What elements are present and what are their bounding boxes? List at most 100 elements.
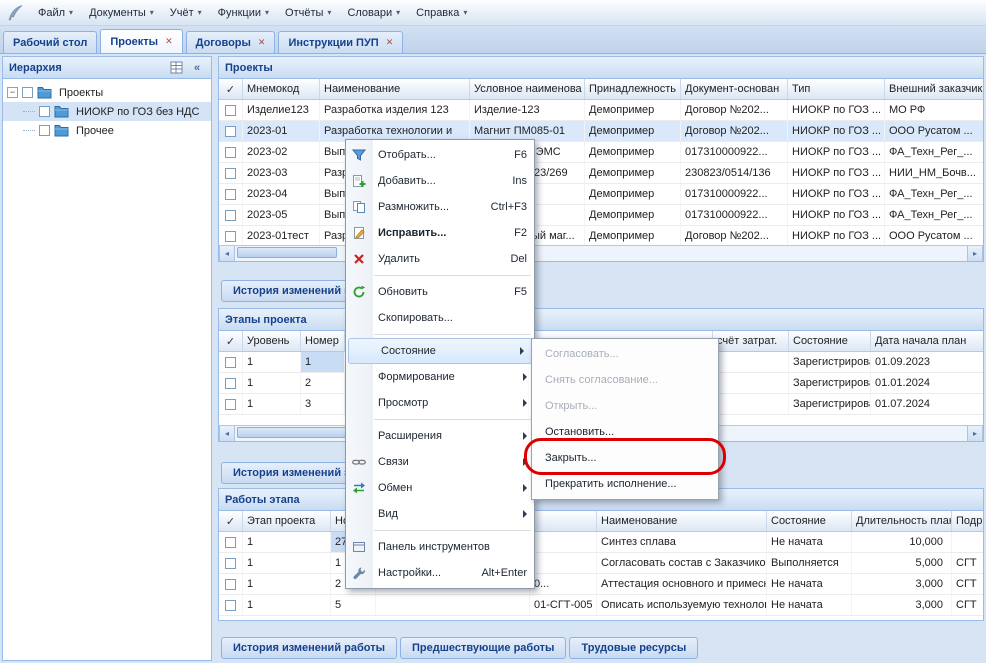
tab-pup-instructions[interactable]: Инструкции ПУП✕: [278, 31, 403, 53]
tab-contracts[interactable]: Договоры✕: [186, 31, 276, 53]
cell: 2023-03: [243, 163, 320, 183]
submenu-item-terminate[interactable]: Прекратить исполнение...: [532, 471, 718, 497]
column-header-works-5[interactable]: Состояние: [767, 511, 852, 531]
table-row-projects-5[interactable]: 2023-05ВыпДемопример017310000922...НИОКР…: [219, 205, 983, 226]
table-row-works-3[interactable]: 1501-СГТ-005Описать используемую техноло…: [219, 595, 983, 616]
table-row-works-2[interactable]: 120...Аттестация основного и примесног..…: [219, 574, 983, 595]
menu-item-exchange[interactable]: Обмен: [346, 475, 534, 501]
menubar-item-reports[interactable]: Отчёты▾: [277, 4, 339, 22]
column-header-works-3[interactable]: [530, 511, 597, 531]
menubar-item-accounting[interactable]: Учёт▾: [162, 4, 210, 22]
tab-desktop[interactable]: Рабочий стол: [3, 31, 97, 53]
row-checkbox[interactable]: [225, 579, 236, 590]
menu-item-state[interactable]: Состояние: [348, 338, 532, 364]
column-header-stages-0[interactable]: Уровень: [243, 331, 301, 351]
close-tab-icon[interactable]: ✕: [386, 38, 394, 47]
table-row-projects-1[interactable]: 2023-01Разработка технологии иМагнит ПМ0…: [219, 121, 983, 142]
expander-icon[interactable]: −: [7, 87, 18, 98]
menu-item-edit[interactable]: Исправить...F2: [346, 220, 534, 246]
menu-item-duplicate[interactable]: Размножить...Ctrl+F3: [346, 194, 534, 220]
tab-work-history[interactable]: История изменений работы: [221, 637, 397, 659]
submenu-item-close[interactable]: Закрыть...: [532, 445, 718, 471]
row-checkbox[interactable]: [225, 147, 236, 158]
menu-item-extensions[interactable]: Расширения: [346, 423, 534, 449]
tree-checkbox[interactable]: [39, 125, 50, 136]
row-checkbox[interactable]: [225, 378, 236, 389]
menu-item-filter[interactable]: Отобрать...F6: [346, 142, 534, 168]
column-header-works-4[interactable]: Наименование: [597, 511, 767, 531]
column-header-works-6[interactable]: Длительность план▼: [852, 511, 952, 531]
select-all-column-header[interactable]: ✓: [219, 79, 243, 99]
menu-item-links[interactable]: Связи: [346, 449, 534, 475]
menu-item-settings[interactable]: Настройки...Alt+Enter: [346, 560, 534, 586]
row-checkbox-cell: [219, 553, 243, 573]
column-header-projects-4[interactable]: Документ-основан: [681, 79, 788, 99]
scroll-left-icon[interactable]: ◂: [219, 246, 235, 261]
menubar-item-help[interactable]: Справка▾: [408, 4, 475, 22]
cell: ФА_Техн_Рег_...: [885, 142, 983, 162]
column-header-works-0[interactable]: Этап проекта: [243, 511, 331, 531]
column-header-works-7[interactable]: Подр: [952, 511, 983, 531]
tree-item-other[interactable]: Прочее: [3, 121, 211, 140]
menu-item-refresh[interactable]: ОбновитьF5: [346, 279, 534, 305]
scrollbar-thumb[interactable]: [237, 247, 337, 258]
table-row-works-0[interactable]: 127Синтез сплаваНе начата10,000: [219, 532, 983, 553]
table-row-works-1[interactable]: 11Согласовать состав с ЗаказчикомВыполня…: [219, 553, 983, 574]
column-header-stages-4[interactable]: Состояние: [789, 331, 871, 351]
menu-item-preview[interactable]: Просмотр: [346, 390, 534, 416]
column-header-stages-5[interactable]: Дата начала план: [871, 331, 983, 351]
row-checkbox[interactable]: [225, 210, 236, 221]
tab-predecessor-works[interactable]: Предшествующие работы: [400, 637, 566, 659]
grid-locate-icon[interactable]: [168, 60, 184, 76]
tree-checkbox[interactable]: [22, 87, 33, 98]
submenu-item-stop[interactable]: Остановить...: [532, 419, 718, 445]
scroll-right-icon[interactable]: ▸: [967, 426, 983, 441]
projects-horizontal-scrollbar[interactable]: ◂▸: [219, 245, 983, 261]
row-checkbox[interactable]: [225, 558, 236, 569]
collapse-panel-icon[interactable]: «: [189, 60, 205, 76]
row-checkbox[interactable]: [225, 357, 236, 368]
tab-projects[interactable]: Проекты✕: [100, 29, 182, 53]
menu-item-view[interactable]: Вид: [346, 501, 534, 527]
table-row-projects-4[interactable]: 2023-04ВыпДемопример017310000922...НИОКР…: [219, 184, 983, 205]
table-row-projects-0[interactable]: Изделие123Разработка изделия 123Изделие-…: [219, 100, 983, 121]
menu-item-delete[interactable]: УдалитьDel: [346, 246, 534, 272]
column-header-projects-0[interactable]: Мнемокод: [243, 79, 320, 99]
column-header-projects-2[interactable]: Условное наименова: [470, 79, 585, 99]
scroll-right-icon[interactable]: ▸: [967, 246, 983, 261]
menu-item-copy[interactable]: Скопировать...: [346, 305, 534, 331]
scroll-left-icon[interactable]: ◂: [219, 426, 235, 441]
table-row-projects-3[interactable]: 2023-03Разр23/269Демопример230823/0514/1…: [219, 163, 983, 184]
row-checkbox[interactable]: [225, 231, 236, 242]
close-tab-icon[interactable]: ✕: [165, 37, 173, 46]
tree-item-projects-root[interactable]: −Проекты: [3, 83, 211, 102]
row-checkbox[interactable]: [225, 126, 236, 137]
column-header-projects-6[interactable]: Внешний заказчик: [885, 79, 983, 99]
row-checkbox[interactable]: [225, 189, 236, 200]
column-header-stages-1[interactable]: Номер: [301, 331, 345, 351]
tree-item-niokr-goz[interactable]: НИОКР по ГОЗ без НДС: [3, 102, 211, 121]
row-checkbox[interactable]: [225, 600, 236, 611]
table-row-projects-2[interactable]: 2023-02Вып-ЭМСДемопример017310000922...Н…: [219, 142, 983, 163]
column-header-projects-1[interactable]: Наименование: [320, 79, 470, 99]
row-checkbox[interactable]: [225, 105, 236, 116]
menu-item-toolbar[interactable]: Панель инструментов: [346, 534, 534, 560]
row-checkbox[interactable]: [225, 168, 236, 179]
menu-item-formation[interactable]: Формирование: [346, 364, 534, 390]
select-all-column-header[interactable]: ✓: [219, 511, 243, 531]
table-row-projects-6[interactable]: 2023-01тестРазрый маг...ДемопримерДогово…: [219, 226, 983, 245]
select-all-column-header[interactable]: ✓: [219, 331, 243, 351]
tree-checkbox[interactable]: [39, 106, 50, 117]
tab-labor-resources[interactable]: Трудовые ресурсы: [569, 637, 698, 659]
row-checkbox[interactable]: [225, 399, 236, 410]
menubar-item-dictionaries[interactable]: Словари▾: [339, 4, 408, 22]
column-header-stages-3[interactable]: счёт затрат.: [713, 331, 789, 351]
column-header-projects-3[interactable]: Принадлежность: [585, 79, 681, 99]
menubar-item-documents[interactable]: Документы▾: [81, 4, 162, 22]
menubar-item-file[interactable]: Файл▾: [30, 4, 81, 22]
menubar-item-functions[interactable]: Функции▾: [210, 4, 277, 22]
column-header-projects-5[interactable]: Тип: [788, 79, 885, 99]
row-checkbox[interactable]: [225, 537, 236, 548]
close-tab-icon[interactable]: ✕: [258, 38, 266, 47]
menu-item-add[interactable]: Добавить...Ins: [346, 168, 534, 194]
